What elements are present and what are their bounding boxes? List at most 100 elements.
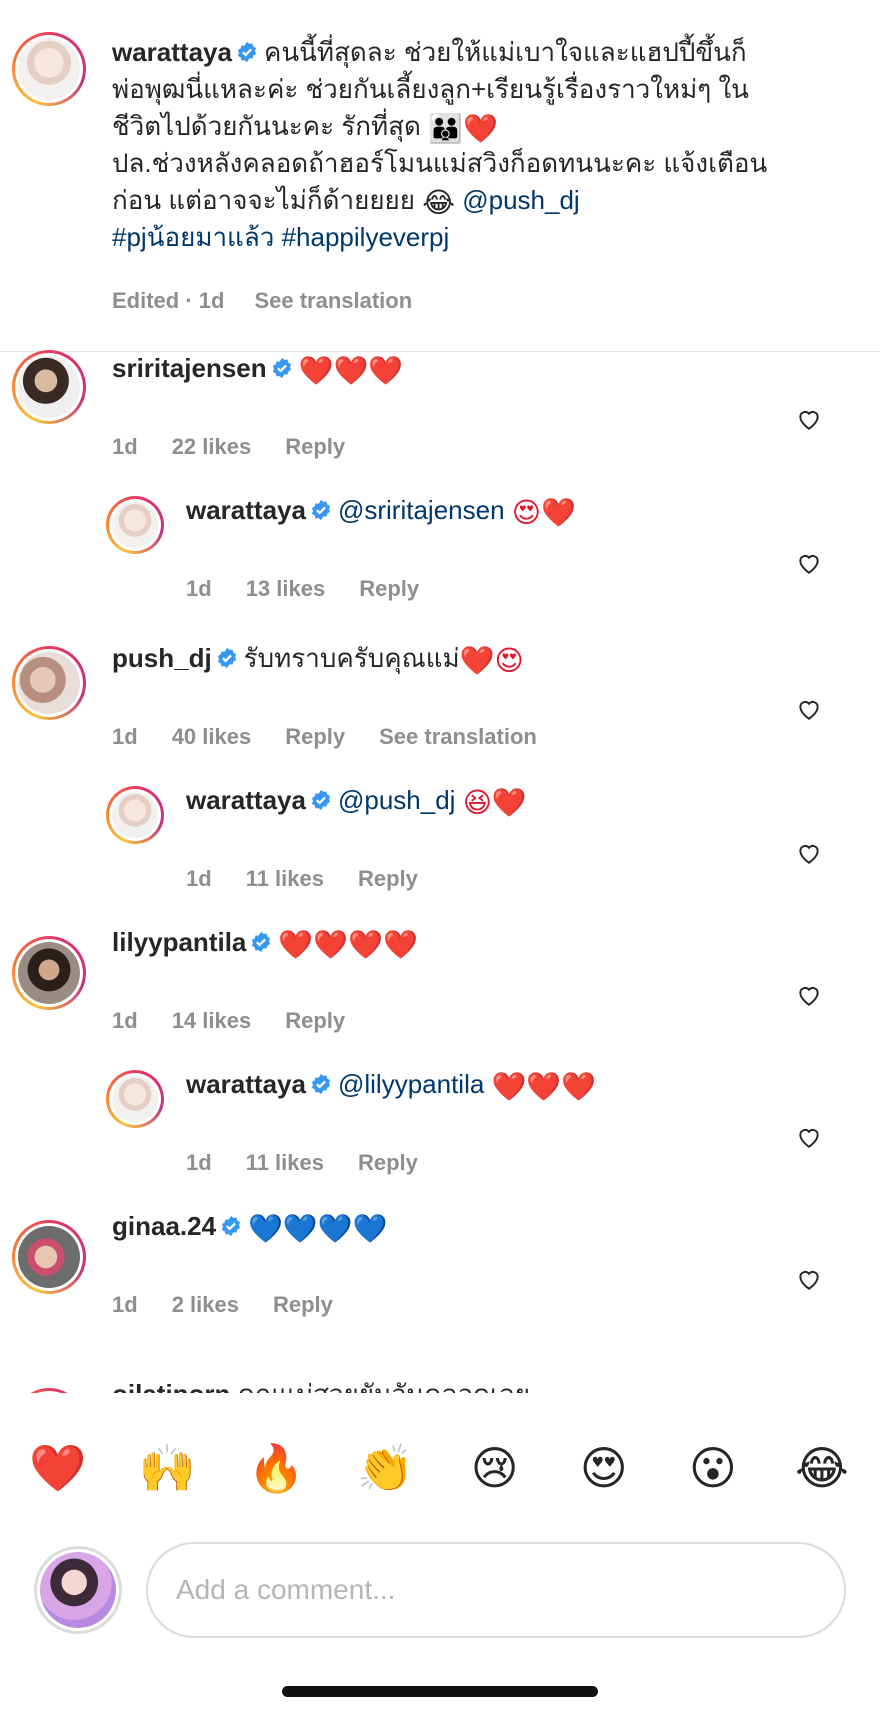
hashtag-link-2[interactable]: #happilyeverpj [282,222,450,252]
caption-line-5-emoji: 😂 [422,187,455,218]
mention-link[interactable]: @sriritajensen [338,495,505,525]
my-avatar [34,1546,122,1634]
comment-age: 1d [112,434,138,459]
avatar[interactable] [12,1220,86,1294]
reply-button[interactable]: Reply [285,724,345,750]
comment-emoji: 💙💙💙💙 [248,1213,388,1244]
heart-outline-icon[interactable] [796,840,822,866]
comment-age: 1d [112,724,138,749]
comment-likes[interactable]: 13 likes [246,576,326,602]
heart-eyes-emoji-button[interactable]: 😍 [574,1438,634,1498]
avatar[interactable] [106,496,164,554]
verified-badge-icon [272,357,291,379]
avatar[interactable] [12,936,86,1010]
comment-age: 1d [112,1292,138,1317]
comment-age: 1d [186,1150,212,1175]
comment-emoji: 😍❤️ [511,497,576,528]
reply-button[interactable]: Reply [273,1292,333,1318]
comment-likes[interactable]: 11 likes [246,1150,324,1176]
comment-username[interactable]: ginaa.24 [112,1211,216,1241]
heart-outline-icon[interactable] [796,1124,822,1150]
comment-age: 1d [186,866,212,891]
comment-emoji: ❤️😍 [459,645,524,676]
heart-outline-icon[interactable] [796,696,822,722]
reply-item: warattaya @lilyypantila ❤️❤️❤️ 1d 11 likes… [0,1066,880,1176]
comment-username[interactable]: lilyypantila [112,927,246,957]
comment-emoji: 😆❤️ [462,787,527,818]
verified-badge-icon [311,1073,331,1095]
comment-likes[interactable]: 14 likes [172,1008,252,1034]
caption-line-4: ปล.ช่วงหลังคลอดถ้าฮอร์โมนแม่สวิงก็อดทนนะ… [112,148,768,178]
see-translation-button[interactable]: See translation [379,724,537,750]
heart-outline-icon[interactable] [796,1266,822,1292]
reply-button[interactable]: Reply [358,866,418,892]
caption-line-2: พ่อพุฒนี่แหละค่ะ ช่วยกันเลี้ยงลูก+เรียนร… [112,74,749,104]
caption-line-1: คนนี้ที่สุดละ ช่วยให้แม่เบาใจและแฮปปี้ขึ… [263,37,747,67]
caption-line-3-emoji: 👪❤️ [428,113,498,144]
comment-likes[interactable]: 22 likes [172,434,252,460]
comment-emoji: ❤️❤️❤️ [491,1071,597,1102]
caption-edited-time: Edited · 1d [112,288,225,313]
comment-age: 1d [186,576,212,601]
caption-line-5: ก่อน แต่อาจจะไม่ก็ด้ายยยย [112,185,416,215]
comment-emoji: ❤️❤️❤️ [298,355,404,386]
reply-button[interactable]: Reply [359,576,419,602]
add-comment-input[interactable] [146,1542,846,1638]
mention-link[interactable]: @lilyypantila [338,1069,484,1099]
comment-username[interactable]: sriritajensen [112,353,267,383]
avatar[interactable] [12,646,86,720]
home-indicator[interactable] [282,1686,598,1697]
see-translation-button[interactable]: See translation [254,288,412,314]
comment-username[interactable]: push_dj [112,643,212,673]
comment-username[interactable]: warattaya [186,785,306,815]
crying-emoji-button[interactable]: 😢 [465,1438,525,1498]
comment-likes[interactable]: 2 likes [172,1292,239,1318]
comment-likes[interactable]: 11 likes [246,866,324,892]
comment-username[interactable]: warattaya [186,495,306,525]
comments-screen: warattaya คนนี้ที่สุดละ ช่วยให้แม่เบาใจแล… [0,0,880,1720]
clapping-emoji-button[interactable]: 👏 [355,1438,415,1498]
reply-item: warattaya @push_dj 😆❤️ 1d 11 likes Reply [0,782,880,892]
avatar[interactable] [12,350,86,424]
reply-item: warattaya @sriritajensen 😍❤️ 1d 13 likes Re… [0,492,880,602]
avatar[interactable] [106,1070,164,1128]
comment-item: sriritajensen ❤️❤️❤️ 1d 22 likes Reply [0,350,880,470]
caption-avatar[interactable] [12,32,86,106]
reply-button[interactable]: Reply [358,1150,418,1176]
heart-emoji-button[interactable]: ❤️ [28,1438,88,1498]
raised-hands-emoji-button[interactable]: 🙌 [137,1438,197,1498]
reply-button[interactable]: Reply [285,434,345,460]
comment-text: รับทราบครับคุณแม่ [243,643,460,673]
comment-emoji: ❤️❤️❤️❤️ [278,929,418,960]
comment-item: ginaa.24 💙💙💙💙 1d 2 likes Reply [0,1208,880,1328]
comment-likes[interactable]: 40 likes [172,724,252,750]
verified-badge-icon [237,41,257,63]
caption-line-3: ชีวิตไปด้วยกันนะคะ รักที่สุด [112,111,421,141]
verified-badge-icon [221,1215,241,1237]
laughing-emoji-button[interactable]: 😂 [792,1438,852,1498]
fire-emoji-button[interactable]: 🔥 [246,1438,306,1498]
emoji-reaction-bar: ❤️ 🙌 🔥 👏 😢 😍 😮 😂 [0,1410,880,1526]
mention-link[interactable]: @push_dj [338,785,455,815]
reply-button[interactable]: Reply [285,1008,345,1034]
comment-username[interactable]: warattaya [186,1069,306,1099]
verified-badge-icon [311,789,331,811]
comment-item: lilyypantila ❤️❤️❤️❤️ 1d 14 likes Reply [0,924,880,1044]
hashtag-link-1[interactable]: #pjน้อยมาแล้ว [112,222,274,252]
surprised-emoji-button[interactable]: 😮 [683,1438,743,1498]
comment-item: push_dj รับทราบครับคุณแม่❤️😍 1d 40 likes Re… [0,640,880,760]
avatar[interactable] [106,786,164,844]
comment-composer [0,1526,880,1656]
post-caption: warattaya คนนี้ที่สุดละ ช่วยให้แม่เบาใจแล… [0,0,880,352]
verified-badge-icon [311,499,331,521]
heart-outline-icon[interactable] [796,406,822,432]
verified-badge-icon [217,647,236,669]
list-clip-edge [0,1393,880,1411]
verified-badge-icon [252,931,271,953]
heart-outline-icon[interactable] [796,550,822,576]
heart-outline-icon[interactable] [796,982,822,1008]
caption-text: warattaya คนนี้ที่สุดละ ช่วยให้แม่เบาใจแล… [112,34,842,256]
caption-username[interactable]: warattaya [112,37,232,67]
caption-mention-link[interactable]: @push_dj [462,185,579,215]
caption-meta: Edited · 1d See translation [112,288,412,314]
